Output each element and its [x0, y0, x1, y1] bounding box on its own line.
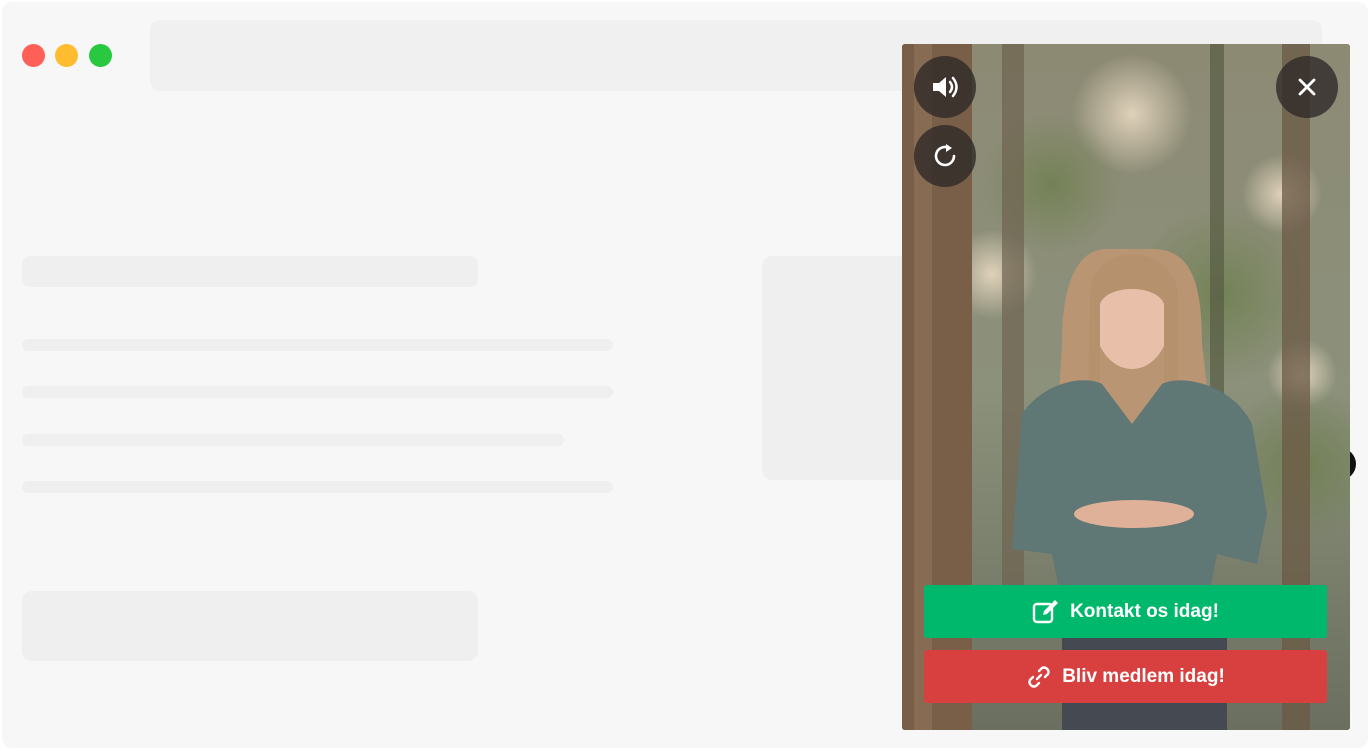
replay-button[interactable] — [914, 125, 976, 187]
skeleton-text-line — [22, 339, 613, 351]
sound-toggle-button[interactable] — [914, 56, 976, 118]
skeleton-text-line — [22, 386, 613, 398]
contact-cta-label: Kontakt os idag! — [1070, 600, 1219, 622]
window-minimize-dot[interactable] — [55, 44, 78, 67]
link-icon — [1028, 665, 1050, 688]
close-widget-button[interactable] — [1276, 56, 1338, 118]
skeleton-text-line — [22, 434, 564, 446]
contact-cta-button[interactable]: Kontakt os idag! — [924, 585, 1327, 638]
member-cta-label: Bliv medlem idag! — [1062, 665, 1225, 687]
window-maximize-dot[interactable] — [89, 44, 112, 67]
edit-icon — [1032, 599, 1059, 623]
video-widget: Kontakt os idag! Bliv medlem idag! — [902, 44, 1350, 730]
speaker-icon — [933, 76, 958, 98]
skeleton-button — [22, 591, 478, 661]
skeleton-heading — [22, 256, 478, 287]
skeleton-media — [762, 256, 922, 480]
close-icon — [1298, 78, 1316, 96]
skeleton-text-line — [22, 481, 613, 493]
window-close-dot[interactable] — [22, 44, 45, 67]
replay-icon — [934, 144, 956, 167]
member-cta-button[interactable]: Bliv medlem idag! — [924, 650, 1327, 703]
